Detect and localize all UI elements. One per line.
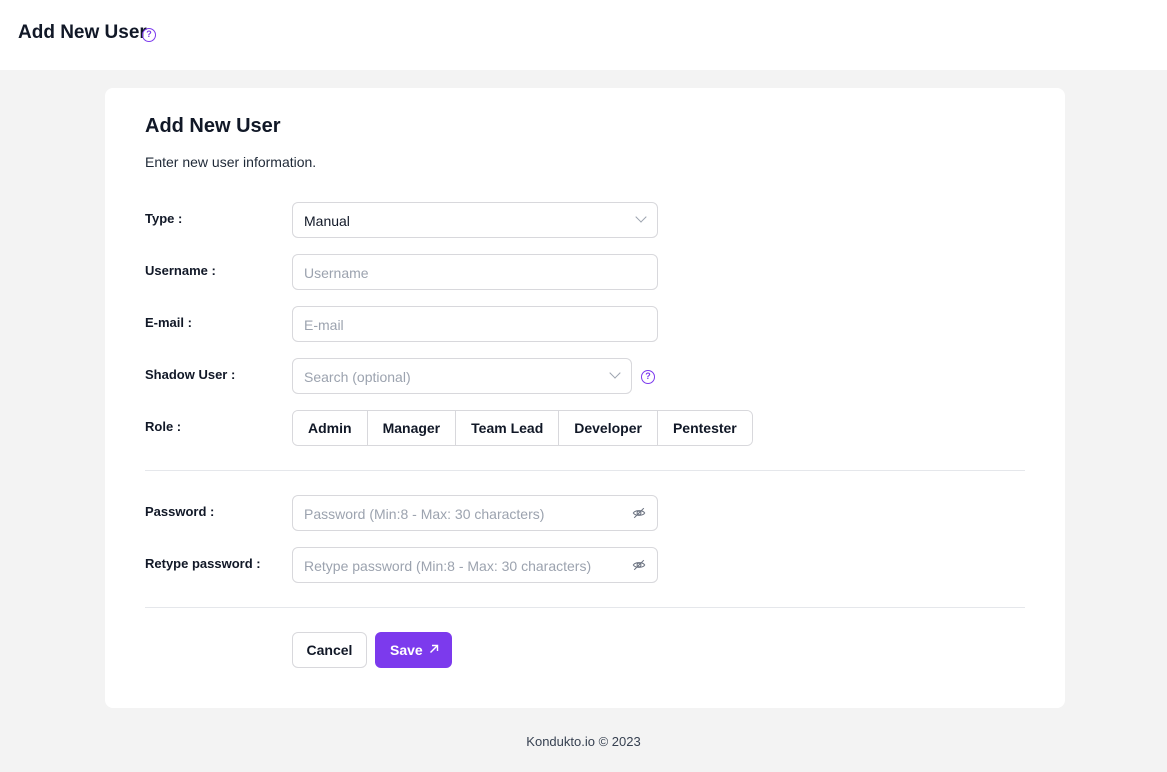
shadow-user-select[interactable]: Search (optional) (292, 358, 632, 394)
password-label: Password : (145, 504, 215, 519)
save-button-label: Save (390, 642, 423, 658)
retype-password-label: Retype password : (145, 556, 261, 571)
type-label: Type : (145, 211, 183, 226)
chevron-down-icon (609, 367, 621, 379)
password-placeholder: Password (Min:8 - Max: 30 characters) (304, 506, 545, 522)
question-circle-icon[interactable]: ? (142, 28, 156, 42)
type-value: Manual (304, 213, 350, 229)
chevron-down-icon (635, 211, 647, 223)
shadow-user-label: Shadow User : (145, 367, 236, 382)
retype-password-field[interactable]: Retype password (Min:8 - Max: 30 charact… (292, 547, 658, 583)
page-title: Add New User (18, 22, 147, 43)
top-bar: Add New User ? (0, 0, 1167, 70)
cancel-button[interactable]: Cancel (292, 632, 367, 668)
email-label: E-mail : (145, 315, 192, 330)
role-developer-button[interactable]: Developer (559, 411, 658, 445)
divider (145, 607, 1025, 608)
role-team-lead-button[interactable]: Team Lead (456, 411, 560, 445)
add-user-card: Add New User Enter new user information.… (105, 88, 1065, 708)
card-subtitle: Enter new user information. (145, 154, 317, 170)
username-field[interactable]: Username (292, 254, 658, 290)
type-select[interactable]: Manual (292, 202, 658, 238)
save-button[interactable]: Save (375, 632, 452, 668)
role-admin-button[interactable]: Admin (293, 411, 368, 445)
email-field[interactable]: E-mail (292, 306, 658, 342)
username-label: Username : (145, 263, 216, 278)
card-title: Add New User (145, 115, 281, 137)
role-manager-button[interactable]: Manager (367, 411, 457, 445)
password-field[interactable]: Password (Min:8 - Max: 30 characters) (292, 495, 658, 531)
role-pentester-button[interactable]: Pentester (657, 411, 752, 445)
question-circle-icon[interactable]: ? (641, 370, 655, 384)
footer-copyright: Kondukto.io © 2023 (526, 734, 641, 749)
eye-off-icon[interactable] (632, 558, 646, 572)
username-placeholder: Username (304, 265, 369, 281)
arrow-up-right-icon (430, 644, 439, 653)
divider (145, 470, 1025, 471)
eye-off-icon[interactable] (632, 506, 646, 520)
email-placeholder: E-mail (304, 317, 344, 333)
shadow-user-placeholder: Search (optional) (304, 369, 411, 385)
role-button-group: Admin Manager Team Lead Developer Pentes… (292, 410, 753, 446)
retype-password-placeholder: Retype password (Min:8 - Max: 30 charact… (304, 558, 592, 574)
role-label: Role : (145, 419, 182, 434)
